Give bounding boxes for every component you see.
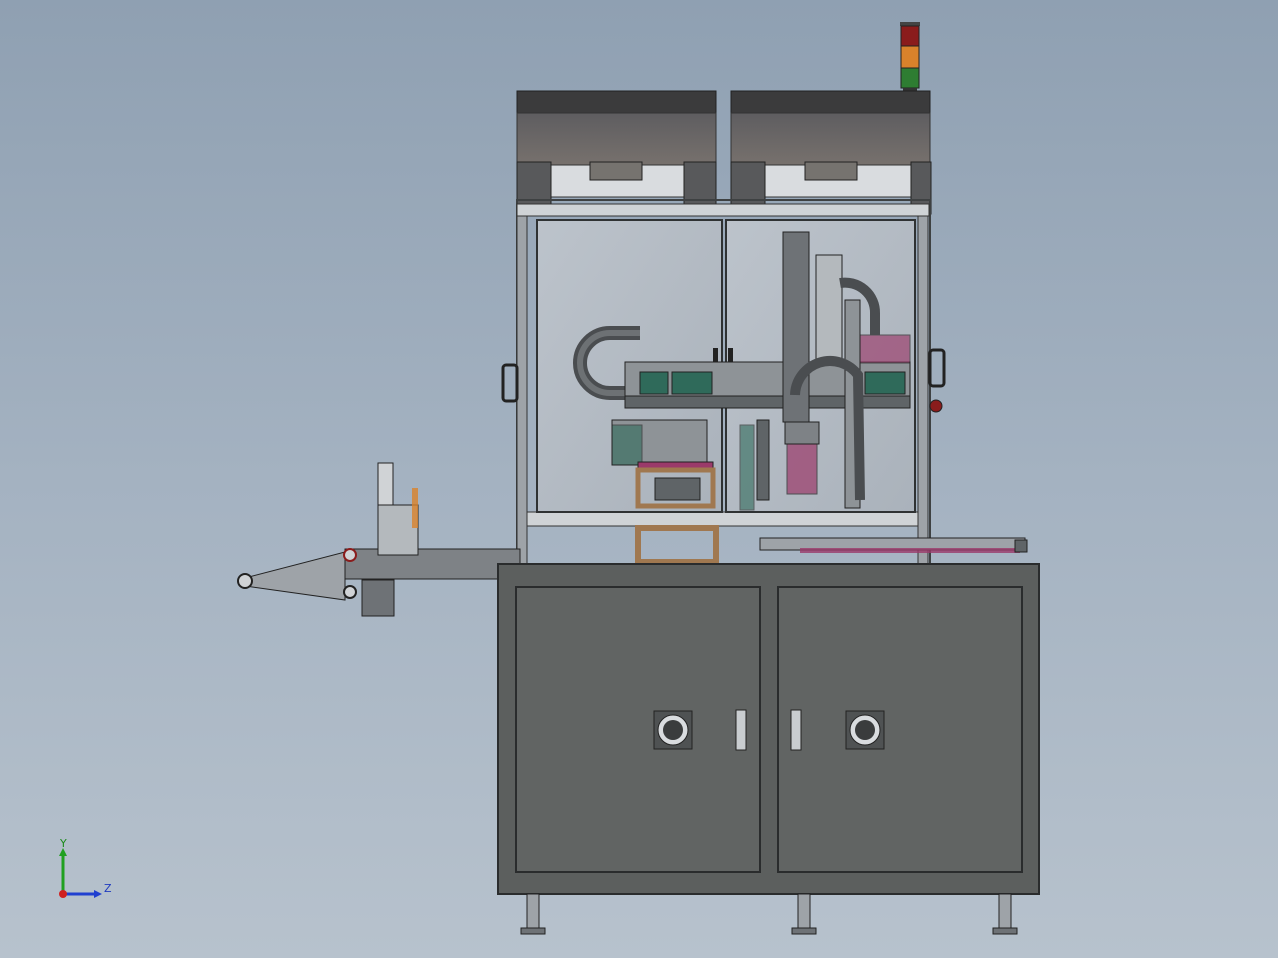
signal-tower-icon [900,22,920,92]
conveyor-rail [759,537,1028,553]
emergency-stop-icon[interactable] [929,399,943,413]
y-axis-label: Y [59,837,67,850]
z-axis-arrow-icon [63,890,102,898]
wood-frame [635,525,719,565]
top-hood-right [730,90,932,215]
leveling-foot-icon [520,893,1018,935]
top-hood-left [516,90,717,215]
cabinet-door-right[interactable] [777,586,1023,873]
y-axis-arrow-icon [59,848,67,894]
x-axis-arrow-icon [59,890,67,898]
side-handle-right[interactable] [928,348,946,388]
cad-viewport[interactable] [0,0,1278,958]
cabinet-door-left[interactable] [515,586,761,873]
orientation-triad: Y Z [59,837,112,898]
side-handle-left[interactable] [501,363,519,403]
z-axis-label: Z [104,882,112,895]
feeder-arm [237,462,521,617]
